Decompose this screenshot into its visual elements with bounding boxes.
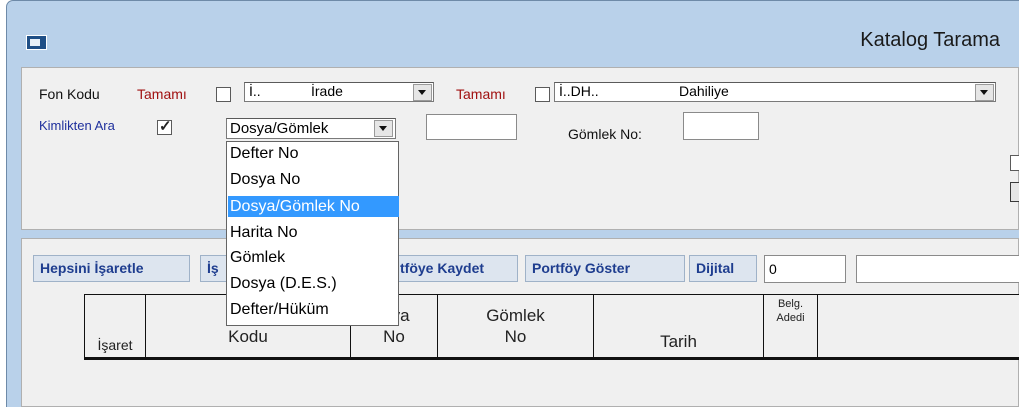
col-kodu-label: Kodu <box>228 327 268 346</box>
search-type-select[interactable]: Dosya/Gömlek <box>226 118 396 139</box>
col-isaret-label: İşaret <box>97 337 133 353</box>
window-title: Katalog Tarama <box>860 29 1000 51</box>
chevron-down-icon[interactable] <box>413 84 432 101</box>
col-belge-bottom: Adedi <box>776 312 805 324</box>
tamami-label-2: Tamamı <box>456 86 506 102</box>
search-type-dropdown: Defter No Dosya No Dosya/Gömlek No Harit… <box>226 141 399 326</box>
count-field[interactable]: 0 <box>764 255 846 283</box>
search-value-input[interactable] <box>426 114 517 140</box>
fon-combo-1[interactable]: İ.. İrade <box>244 82 434 102</box>
kimlikten-ara-checkbox[interactable] <box>157 117 172 135</box>
dropdown-item-dosya-gomlek-no[interactable]: Dosya/Gömlek No <box>228 196 399 217</box>
fon-combo-2-name: Dahiliye <box>679 83 729 99</box>
col-belge-top: Belg. <box>777 298 804 310</box>
col-gomlek-bottom: No <box>504 327 527 346</box>
gomlek-no-input[interactable] <box>683 112 759 140</box>
right-button-partial[interactable] <box>1010 182 1019 202</box>
tamami-checkbox-2[interactable] <box>535 87 550 102</box>
tamami-label-1: Tamamı <box>137 86 187 102</box>
window-icon <box>26 35 47 50</box>
fon-combo-2[interactable]: İ..DH.. Dahiliye <box>554 82 996 102</box>
col-tarih-label: Tarih <box>660 332 697 351</box>
search-type-value: Dosya/Gömlek <box>230 120 329 137</box>
col-dosya-bottom: No <box>383 327 405 346</box>
fon-kodu-label: Fon Kodu <box>39 86 100 102</box>
portfolio-show-button[interactable]: Portföy Göster <box>525 255 685 282</box>
col-belge-adedi[interactable]: Belg. Adedi <box>764 294 818 357</box>
dropdown-item-gomlek[interactable]: Gömlek <box>228 247 399 268</box>
chevron-down-icon[interactable] <box>975 84 994 101</box>
fon-combo-1-name: İrade <box>311 83 343 99</box>
col-gomlek-top: Gömlek <box>486 306 545 325</box>
gomlek-no-label: Gömlek No: <box>568 126 642 142</box>
dropdown-item-defter-hukum[interactable]: Defter/Hüküm <box>228 299 399 320</box>
progress-field <box>856 255 1019 283</box>
portfolio-save-button[interactable]: tföye Kaydet <box>395 255 518 282</box>
dropdown-item-dosya-no[interactable]: Dosya No <box>228 169 399 190</box>
col-tarih[interactable]: Tarih <box>594 294 764 357</box>
col-gomlek-no[interactable]: Gömlek No <box>438 294 594 357</box>
tamami-checkbox-1[interactable] <box>216 87 231 102</box>
kimlikten-ara-label: Kimlikten Ara <box>39 118 115 133</box>
col-isaret[interactable]: İşaret <box>85 294 146 357</box>
dropdown-item-harita-no[interactable]: Harita No <box>228 222 399 243</box>
select-all-button[interactable]: Hepsini İşaretle <box>33 255 190 282</box>
fon-combo-2-code: İ..DH.. <box>559 83 599 99</box>
chevron-down-icon[interactable] <box>374 120 393 137</box>
fon-combo-1-code: İ.. <box>249 83 261 99</box>
dropdown-item-defter-no[interactable]: Defter No <box>228 143 399 164</box>
dropdown-item-dosya-des[interactable]: Dosya (D.E.S.) <box>228 273 399 294</box>
table-header-bottom-line <box>84 357 1019 360</box>
digital-button[interactable]: Dijital <box>689 255 757 282</box>
right-checkbox-partial[interactable] <box>1010 155 1019 171</box>
